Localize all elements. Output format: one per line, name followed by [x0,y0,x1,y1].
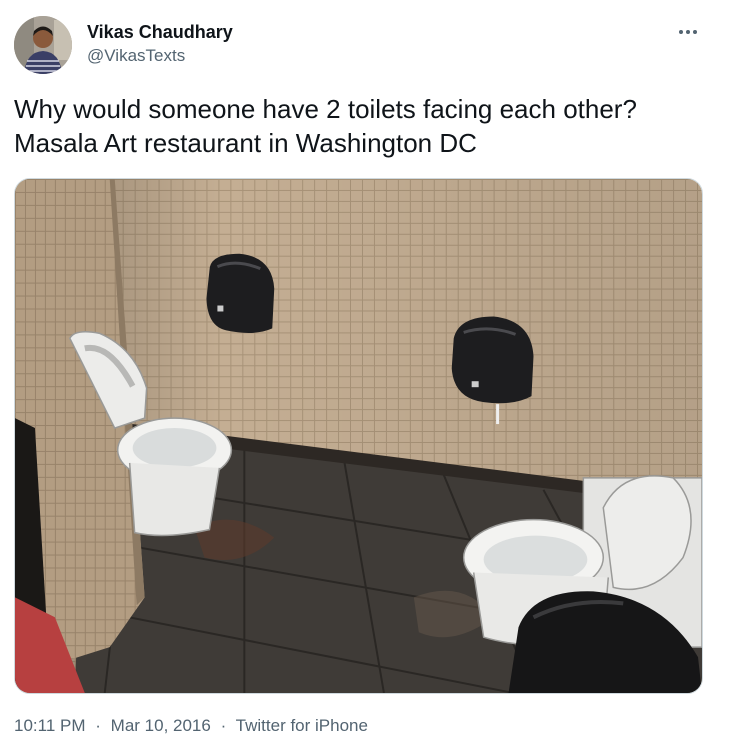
tweet-time[interactable]: 10:11 PM [14,716,86,735]
author-block: Vikas Chaudhary @VikasTexts [87,20,233,68]
more-dot [686,30,690,34]
tweet-photo[interactable] [14,178,703,694]
avatar[interactable] [14,16,72,74]
tweet-text-line: Why would someone have 2 toilets facing … [14,94,637,124]
meta-separator: · [95,716,101,735]
avatar-image [14,16,72,74]
tweet-source[interactable]: Twitter for iPhone [236,716,368,735]
meta-separator: · [220,716,227,735]
tweet-text: Why would someone have 2 toilets facing … [14,92,714,160]
more-horizontal-icon[interactable] [674,20,702,44]
tweet-meta: 10:11 PM · Mar 10, 2016 · Twitter for iP… [14,714,368,738]
more-dot [679,30,683,34]
tweet-card: Vikas Chaudhary @VikasTexts Why would so… [0,0,730,750]
tweet-text-line: Masala Art restaurant in Washington DC [14,128,477,158]
more-dot [693,30,697,34]
author-display-name[interactable]: Vikas Chaudhary [87,20,233,44]
restroom-photo [15,179,702,693]
tweet-date[interactable]: Mar 10, 2016 [111,716,211,735]
toilet-paper-dispenser-1 [206,253,275,333]
author-handle[interactable]: @VikasTexts [87,44,233,68]
